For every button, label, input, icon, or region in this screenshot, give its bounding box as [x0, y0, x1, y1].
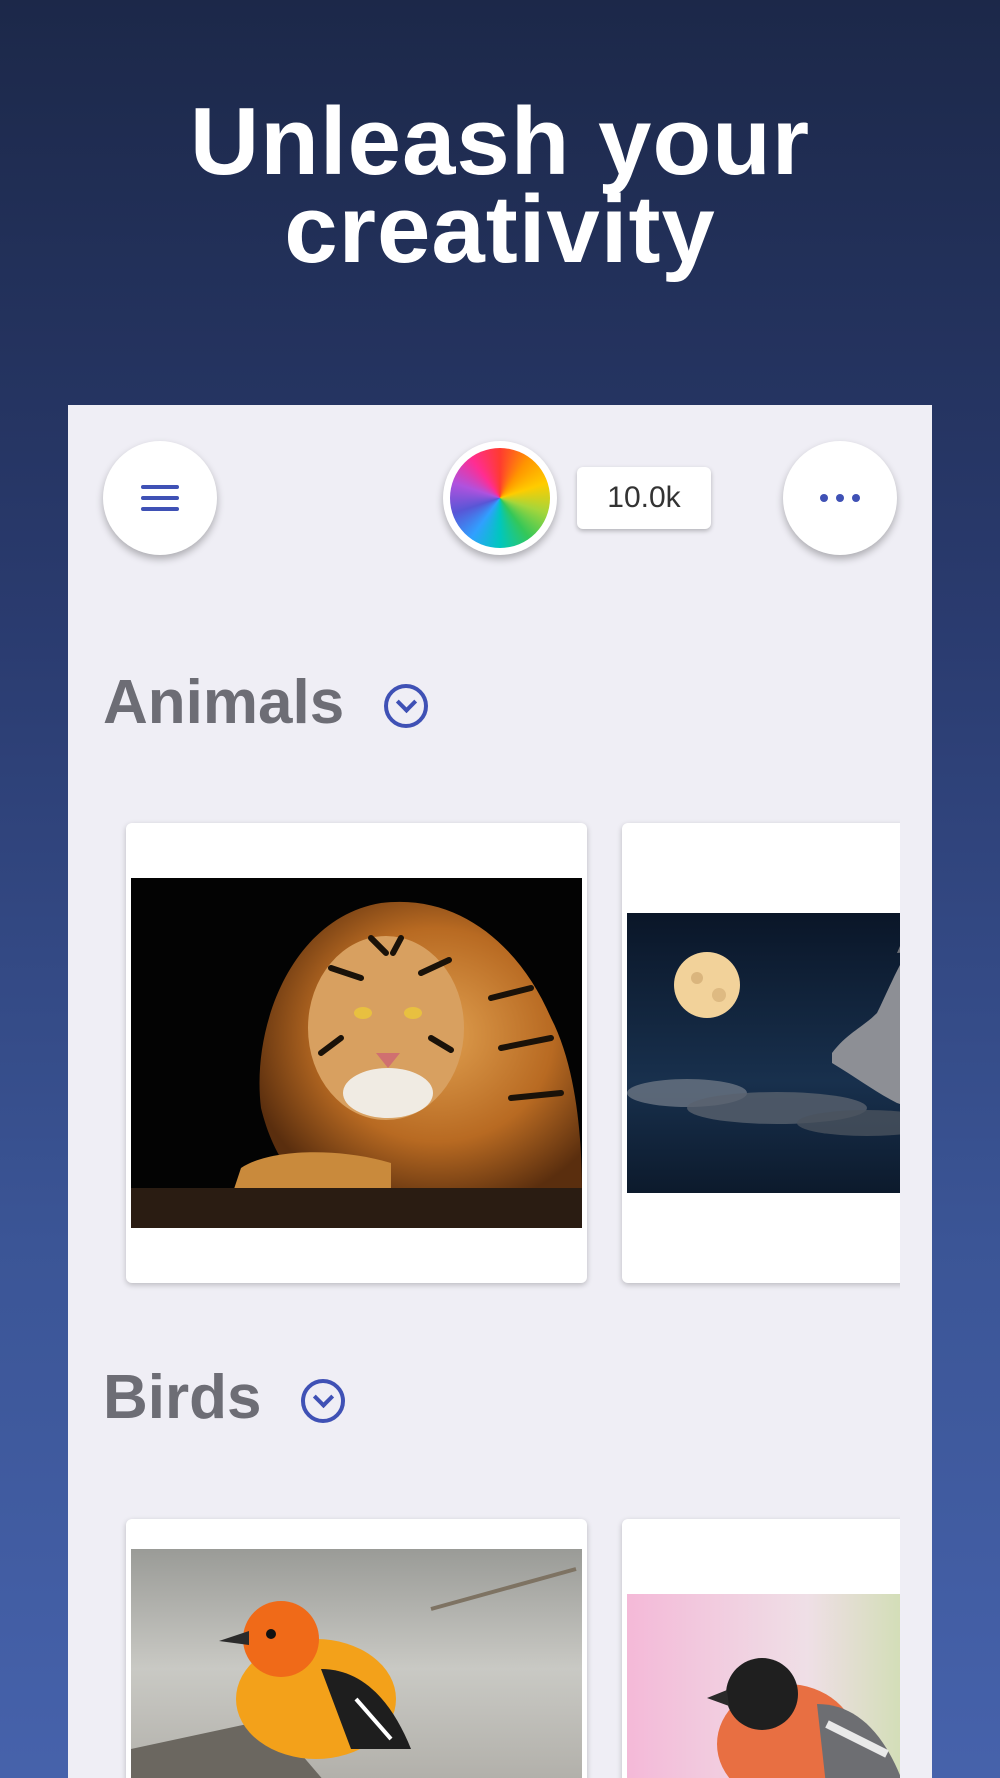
app-preview-panel: 10.0k Animals Birds: [68, 405, 932, 1778]
more-dots-icon: [820, 494, 860, 502]
headline: Unleash your creativity: [0, 88, 1000, 283]
chevron-down-circle-icon[interactable]: [384, 683, 429, 728]
wolf-moon-image: [627, 913, 900, 1193]
section-title: Animals: [103, 668, 345, 737]
color-wheel-icon: [450, 448, 550, 548]
tiger-image: [131, 878, 582, 1228]
count-badge: 10.0k: [577, 467, 711, 529]
image-card-tiger[interactable]: [126, 823, 587, 1283]
menu-button[interactable]: [103, 441, 217, 555]
image-card-oriole[interactable]: [126, 1519, 587, 1778]
headline-line-1: Unleash your: [189, 88, 811, 195]
section-header-animals[interactable]: Animals: [103, 667, 429, 738]
color-picker-button[interactable]: [443, 441, 557, 555]
image-card-wolf[interactable]: [622, 823, 900, 1283]
section-title: Birds: [103, 1363, 262, 1432]
oriole-bird-image: [131, 1549, 582, 1778]
chevron-down-circle-icon[interactable]: [301, 1378, 346, 1423]
bullfinch-bird-image: [627, 1594, 900, 1778]
hamburger-menu-icon: [141, 485, 179, 511]
section-header-birds[interactable]: Birds: [103, 1362, 346, 1433]
image-card-bullfinch[interactable]: [622, 1519, 900, 1778]
headline-line-2: creativity: [284, 176, 716, 283]
more-options-button[interactable]: [783, 441, 897, 555]
